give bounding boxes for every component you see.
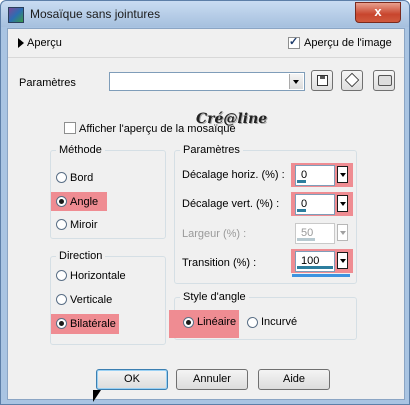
offset-vertical-label: Décalage vert. (%) : <box>182 198 280 210</box>
reset-icon <box>378 75 392 86</box>
method-label-angle: Angle <box>70 196 99 208</box>
offset-vertical-bar <box>297 209 306 212</box>
direction-label-verticale: Verticale <box>70 294 113 306</box>
angle-radio-incurve[interactable] <box>247 317 258 328</box>
chevron-down-icon[interactable] <box>337 224 348 241</box>
direction-radio-verticale[interactable] <box>56 294 67 305</box>
app-icon <box>8 7 24 23</box>
chevron-down-icon[interactable] <box>337 195 348 212</box>
dialog-window: Mosaïque sans jointures x Aperçu Aperçu … <box>0 0 410 405</box>
width-label: Largeur (%) : <box>182 228 247 240</box>
mosaic-preview-checkbox[interactable] <box>64 122 76 134</box>
offset-horizontal-spinner[interactable]: 0 <box>295 165 350 186</box>
preview-image-label: Aperçu de l'image <box>304 37 392 49</box>
direction-group-title: Direction <box>59 250 103 262</box>
method-label-miroir: Miroir <box>70 219 98 231</box>
close-button[interactable]: x <box>355 2 401 23</box>
width-spinner[interactable]: 50 <box>295 223 350 244</box>
preview-toggle-button[interactable]: Aperçu <box>12 33 80 53</box>
preview-toolbar: Aperçu Aperçu de l'image <box>8 29 404 58</box>
direction-label-horizontale: Horizontale <box>70 270 126 282</box>
chevron-down-icon[interactable] <box>337 166 348 183</box>
help-button[interactable]: Aide <box>258 369 330 390</box>
method-label-bord: Bord <box>70 172 94 184</box>
direction-radio-bilaterale[interactable] <box>56 318 67 329</box>
mouse-cursor-icon <box>93 390 101 402</box>
parameters-group-title: Paramètres <box>183 144 240 156</box>
ok-button[interactable]: OK <box>96 369 168 390</box>
offset-horizontal-label: Décalage horiz. (%) : <box>182 169 285 181</box>
title-bar[interactable]: Mosaïque sans jointures x <box>1 1 409 27</box>
transition-input[interactable]: 100 <box>295 251 335 272</box>
offset-vertical-input[interactable]: 0 <box>295 194 335 215</box>
method-radio-angle[interactable] <box>56 196 67 207</box>
preview-toggle-label: Aperçu <box>27 37 62 49</box>
presets-dropdown[interactable] <box>109 72 305 91</box>
transition-focus-underline <box>292 274 350 277</box>
angle-label-incurve: Incurvé <box>261 316 298 328</box>
offset-horizontal-input[interactable]: 0 <box>295 165 335 186</box>
direction-label-bilaterale: Bilatérale <box>70 318 116 330</box>
reset-button[interactable] <box>373 70 395 91</box>
offset-horizontal-bar <box>297 180 306 183</box>
transition-spinner[interactable]: 100 <box>295 251 350 272</box>
save-preset-button[interactable] <box>311 70 333 91</box>
chevron-down-icon[interactable] <box>289 74 303 89</box>
angle-style-group-title: Style d'angle <box>183 291 246 303</box>
preview-image-checkbox[interactable] <box>288 35 300 49</box>
floppy-disk-icon <box>317 75 328 86</box>
method-group-title: Méthode <box>59 144 102 156</box>
direction-radio-horizontale[interactable] <box>56 270 67 281</box>
width-bar <box>297 238 315 241</box>
presets-label: Paramètres <box>19 77 76 89</box>
offset-vertical-spinner[interactable]: 0 <box>295 194 350 215</box>
chevron-down-icon[interactable] <box>337 252 348 269</box>
mosaic-preview-label: Afficher l'aperçu de la mosaïque <box>79 123 236 135</box>
dice-icon <box>344 72 360 88</box>
method-radio-bord[interactable] <box>56 172 67 183</box>
width-input[interactable]: 50 <box>295 223 335 244</box>
window-title: Mosaïque sans jointures <box>30 7 161 21</box>
angle-radio-lineaire[interactable] <box>183 317 194 328</box>
dialog-body: Aperçu Aperçu de l'image Paramètres Cré@… <box>7 28 405 402</box>
expand-arrow-icon <box>18 38 24 48</box>
angle-label-lineaire: Linéaire <box>197 316 237 328</box>
transition-label: Transition (%) : <box>182 257 257 269</box>
method-radio-miroir[interactable] <box>56 219 67 230</box>
transition-bar <box>297 266 333 269</box>
randomize-button[interactable] <box>341 70 363 91</box>
cancel-button[interactable]: Annuler <box>176 369 248 390</box>
